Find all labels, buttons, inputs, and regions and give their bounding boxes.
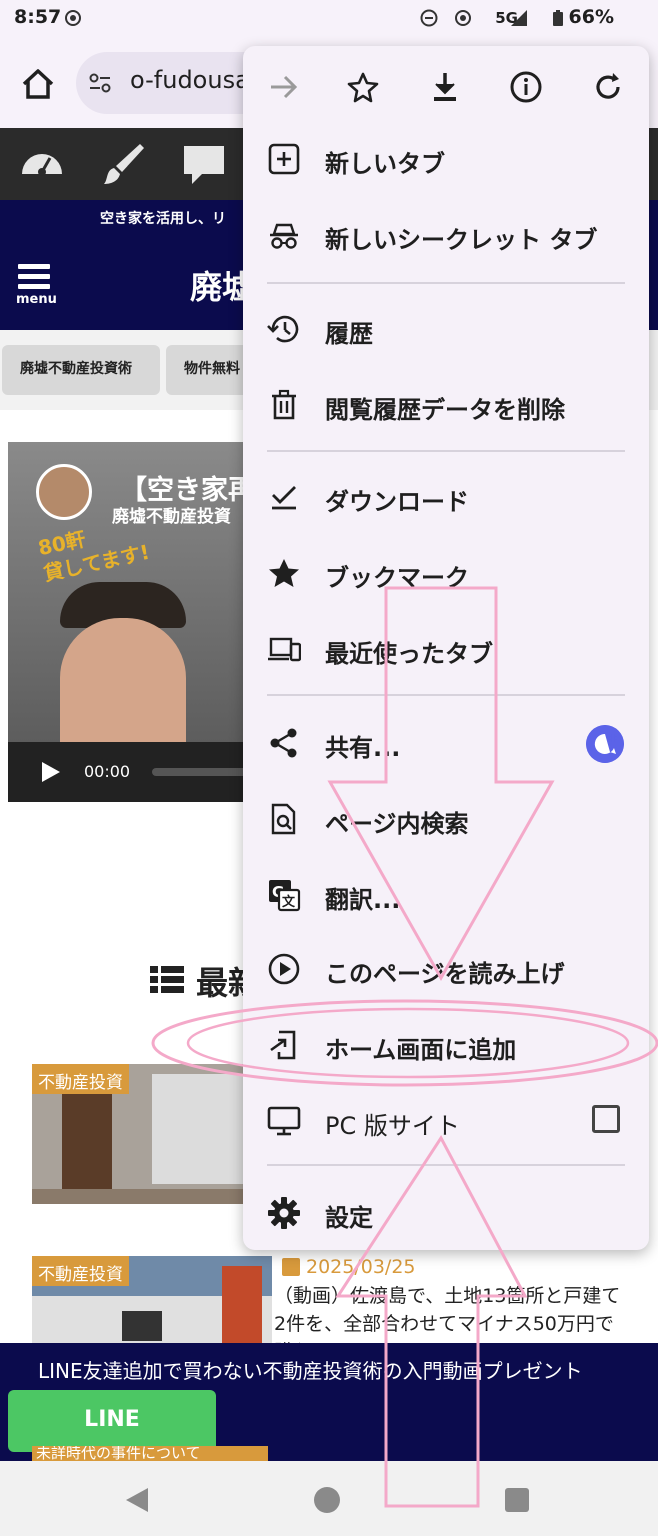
calendar-icon: [282, 1258, 300, 1276]
menu-item-desktop-site[interactable]: PC 版サイト: [243, 1088, 649, 1152]
reload-icon[interactable]: [591, 70, 625, 104]
back-icon[interactable]: [122, 1485, 152, 1515]
menu-item-new-tab[interactable]: 新しいタブ: [243, 126, 649, 190]
site-settings-icon[interactable]: [88, 72, 112, 94]
desktop-icon: [267, 1106, 301, 1136]
menu-item-share[interactable]: 共有...: [243, 710, 649, 774]
menu-item-label: ダウンロード: [325, 488, 469, 516]
category-pill[interactable]: 廃墟不動産投資術: [2, 345, 160, 395]
site-menu-button[interactable]: menu: [14, 262, 57, 308]
menu-item-new-incognito-tab[interactable]: 新しいシークレット タブ: [243, 202, 649, 266]
menu-item-downloads[interactable]: ダウンロード: [243, 464, 649, 528]
menu-item-label: 設定: [325, 1204, 373, 1232]
menu-item-label: 新しいシークレット タブ: [325, 226, 598, 254]
menu-item-bookmarks[interactable]: ブックマーク: [243, 540, 649, 604]
find-in-page-icon: [271, 803, 296, 835]
settings-icon: [268, 1197, 300, 1229]
menu-item-label: このページを読み上げ: [325, 960, 565, 988]
hotspot-icon: [65, 10, 81, 26]
post-card[interactable]: 不動産投資: [32, 1256, 272, 1344]
bookmark-star-icon[interactable]: [346, 70, 380, 104]
line-promo-banner: LINE友達追加で買わない不動産投資術の入門動画プレゼント LINE 未詳時代の…: [0, 1343, 658, 1461]
line-button[interactable]: LINE: [8, 1390, 216, 1452]
page-info-icon[interactable]: [509, 70, 543, 104]
menu-item-label: 最近使ったタブ: [325, 640, 493, 668]
site-tagline: 空き家を活用し、リ: [100, 211, 226, 227]
menu-item-label: ホーム画面に追加: [325, 1036, 517, 1064]
recent-tabs-icon: [268, 637, 301, 662]
desktop-site-checkbox[interactable]: [592, 1105, 620, 1133]
translate-icon: G文: [269, 880, 301, 912]
menu-label: menu: [16, 292, 57, 307]
video-badge: 80軒 貸してます!: [36, 513, 152, 586]
browser-overflow-menu: 新しいタブ 新しいシークレット タブ 履歴 閲覧履歴データを削除 ダウンロード …: [243, 46, 649, 1250]
downloads-icon: [272, 486, 296, 510]
menu-item-label: ページ内検索: [325, 810, 469, 838]
menu-item-find-in-page[interactable]: ページ内検索: [243, 786, 649, 850]
recents-icon[interactable]: [502, 1485, 532, 1515]
line-promo-text: LINE友達追加で買わない不動産投資術の入門動画プレゼント: [38, 1359, 583, 1383]
menu-item-label: 共有...: [325, 734, 401, 762]
menu-item-add-to-home-screen[interactable]: ホーム画面に追加: [243, 1012, 649, 1076]
menu-divider: [267, 1164, 625, 1166]
forward-icon[interactable]: [267, 70, 301, 104]
download-icon[interactable]: [428, 70, 462, 104]
menu-divider: [267, 694, 625, 696]
share-icon: [270, 728, 297, 758]
menu-item-settings[interactable]: 設定: [243, 1180, 649, 1244]
dnd-icon: [420, 9, 438, 27]
list-icon: [150, 966, 184, 993]
menu-item-label: 新しいタブ: [325, 150, 445, 178]
share-shortcut-icon[interactable]: [586, 725, 624, 763]
post-date-text: 2025/03/25: [306, 1256, 416, 1278]
trash-icon: [272, 389, 296, 420]
brush-icon[interactable]: [100, 140, 148, 188]
new-tab-icon: [268, 143, 300, 175]
menu-item-translate[interactable]: G文 翻訳...: [243, 862, 649, 926]
history-icon: [267, 315, 299, 343]
menu-item-label: ブックマーク: [325, 564, 469, 592]
comment-icon[interactable]: [180, 140, 228, 188]
bookmarks-icon: [269, 559, 299, 587]
dashboard-icon[interactable]: [18, 140, 66, 188]
listen-icon: [268, 953, 300, 985]
menu-item-recent-tabs[interactable]: 最近使ったタブ: [243, 616, 649, 680]
incognito-icon: [270, 223, 298, 249]
home-nav-icon[interactable]: [312, 1485, 342, 1515]
post-card[interactable]: 不動産投資: [32, 1064, 272, 1204]
hotspot-status-icon: [455, 10, 471, 26]
menu-item-label: 履歴: [325, 320, 373, 348]
add-to-home-icon: [270, 1030, 296, 1060]
menu-item-history[interactable]: 履歴: [243, 296, 649, 360]
post-category-badge: 不動産投資: [32, 1064, 129, 1094]
signal-icon: [511, 10, 527, 26]
status-time: 8:57: [14, 6, 62, 28]
menu-item-label: 翻訳...: [325, 886, 401, 914]
menu-item-label: 閲覧履歴データを削除: [325, 396, 565, 424]
status-bar: 8:57 5G 66%: [0, 0, 658, 40]
home-icon[interactable]: [18, 64, 58, 104]
android-nav-bar: [0, 1461, 658, 1536]
menu-action-row: [243, 46, 649, 128]
battery-icon: [553, 10, 563, 26]
menu-item-label: PC 版サイト: [325, 1112, 460, 1140]
channel-avatar: [36, 464, 92, 520]
play-icon[interactable]: [38, 760, 62, 784]
svg-text:文: 文: [282, 894, 296, 910]
menu-item-clear-browsing-data[interactable]: 閲覧履歴データを削除: [243, 372, 649, 436]
post-category-peek: 未詳時代の事件について: [32, 1446, 268, 1461]
menu-divider: [267, 450, 625, 452]
post-category-badge: 不動産投資: [32, 1256, 129, 1286]
battery-level: 66%: [568, 6, 614, 28]
menu-item-listen-to-page[interactable]: このページを読み上げ: [243, 936, 649, 1000]
menu-divider: [267, 282, 625, 284]
video-time: 00:00: [84, 762, 131, 781]
